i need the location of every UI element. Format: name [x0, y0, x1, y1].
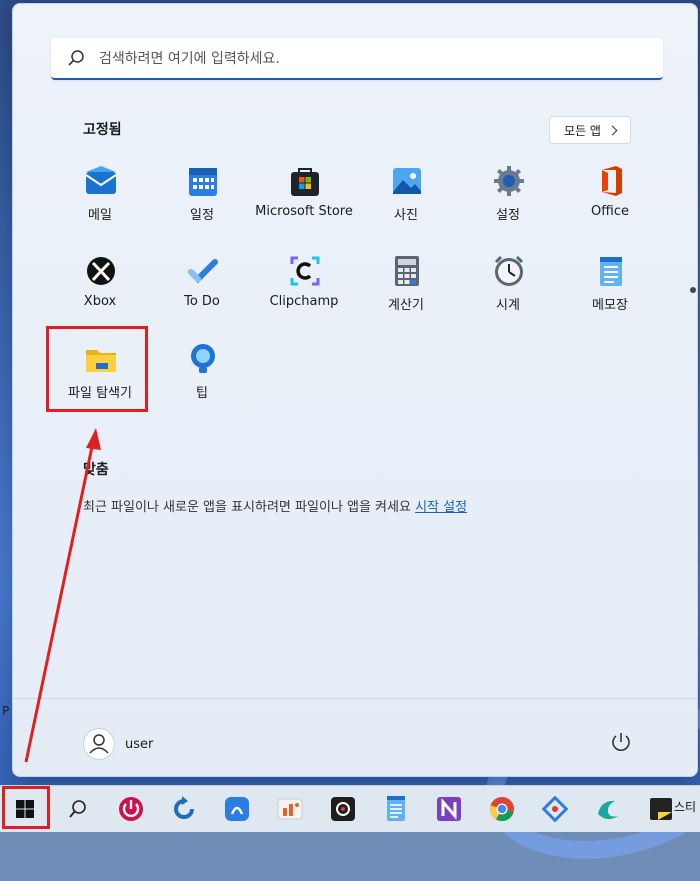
taskbar-app-label: 스티 — [674, 800, 697, 814]
avatar — [83, 728, 115, 760]
taskbar-app-refresh[interactable] — [167, 792, 201, 826]
calculator-icon — [395, 256, 419, 286]
start-button-highlight — [2, 786, 50, 829]
pinned-app-label: 메모장 — [592, 298, 628, 313]
sticky-notes-icon — [650, 798, 672, 820]
browser-app-icon — [598, 800, 618, 820]
pinned-app-calculator[interactable]: 계산기 — [355, 244, 457, 324]
search-input[interactable] — [97, 38, 641, 80]
pinned-app-xbox[interactable]: Xbox — [49, 244, 151, 324]
pinned-app-clock[interactable]: 시계 — [457, 244, 559, 324]
office-app-icon — [277, 798, 303, 820]
taskbar-app-blue[interactable] — [220, 792, 254, 826]
pinned-title: 고정됨 — [83, 122, 122, 138]
pinned-app-store[interactable]: Microsoft Store — [253, 154, 355, 234]
notepad-icon — [600, 257, 622, 286]
page-indicator-dot[interactable] — [690, 287, 696, 293]
taskbar-app-network[interactable] — [538, 792, 572, 826]
pinned-app-tips[interactable]: 팁 — [151, 332, 253, 412]
pinned-app-label: 팁 — [196, 386, 208, 401]
pinned-app-mail[interactable]: 메일 — [49, 154, 151, 234]
pinned-app-todo[interactable]: To Do — [151, 244, 253, 324]
onenote-icon — [437, 797, 461, 821]
todo-icon — [188, 259, 218, 284]
pinned-app-calendar[interactable]: 일정 — [151, 154, 253, 234]
pinned-app-notepad[interactable]: 메모장 — [559, 244, 661, 324]
search-box[interactable] — [51, 38, 663, 80]
notepad-app-icon — [387, 796, 405, 821]
taskbar — [0, 785, 700, 832]
recommended-text: 최근 파일이나 새로운 앱을 표시하려면 파일이나 앱을 켜세요 — [83, 500, 411, 515]
footer-divider — [13, 698, 697, 699]
gear-icon — [494, 166, 524, 196]
calendar-icon — [189, 168, 217, 196]
power-icon[interactable] — [609, 730, 633, 754]
pinned-app-clipchamp[interactable]: Clipchamp — [253, 244, 355, 324]
taskbar-app-office[interactable] — [273, 792, 307, 826]
file-explorer-highlight — [46, 326, 148, 412]
taskbar-app-browser[interactable] — [591, 792, 625, 826]
user-account-button[interactable]: user — [83, 726, 153, 762]
chevron-right-icon — [607, 125, 618, 135]
taskbar-app-sticky-notes[interactable] — [644, 792, 678, 826]
taskbar-app-onenote[interactable] — [432, 792, 466, 826]
app-icon — [225, 797, 249, 821]
mail-icon — [85, 166, 117, 194]
taskbar-search-button[interactable] — [61, 792, 95, 826]
pinned-app-photos[interactable]: 사진 — [355, 154, 457, 234]
refresh-app-icon — [174, 796, 194, 819]
user-icon — [89, 734, 109, 754]
all-apps-button[interactable]: 모든 앱 — [549, 116, 631, 144]
all-apps-label: 모든 앱 — [564, 123, 601, 138]
network-app-icon — [542, 796, 568, 822]
desktop-edge-text: P — [2, 704, 10, 718]
clipchamp-icon — [290, 256, 320, 286]
recommended-title: 맞춤 — [83, 462, 109, 478]
pinned-app-settings[interactable]: 설정 — [457, 154, 559, 234]
start-settings-link[interactable]: 시작 설정 — [415, 500, 467, 515]
chrome-icon — [490, 797, 514, 821]
office-icon — [602, 166, 622, 196]
camera-app-icon — [331, 797, 355, 821]
search-icon — [69, 800, 86, 818]
pinned-app-office[interactable]: Office — [559, 154, 661, 234]
tips-icon — [191, 344, 215, 373]
power-app-icon — [119, 797, 143, 821]
photos-icon — [393, 168, 421, 194]
recommended-message: 최근 파일이나 새로운 앱을 표시하려면 파일이나 앱을 켜세요 시작 설정 — [83, 496, 467, 515]
user-name: user — [125, 736, 154, 752]
taskbar-app-chrome[interactable] — [485, 792, 519, 826]
search-icon — [68, 50, 84, 66]
clock-icon — [494, 255, 524, 286]
store-icon — [291, 168, 319, 196]
taskbar-app-power[interactable] — [114, 792, 148, 826]
taskbar-app-notepad[interactable] — [379, 792, 413, 826]
taskbar-app-camera[interactable] — [326, 792, 360, 826]
pinned-app-label: Office — [591, 204, 629, 219]
xbox-icon — [87, 257, 115, 285]
